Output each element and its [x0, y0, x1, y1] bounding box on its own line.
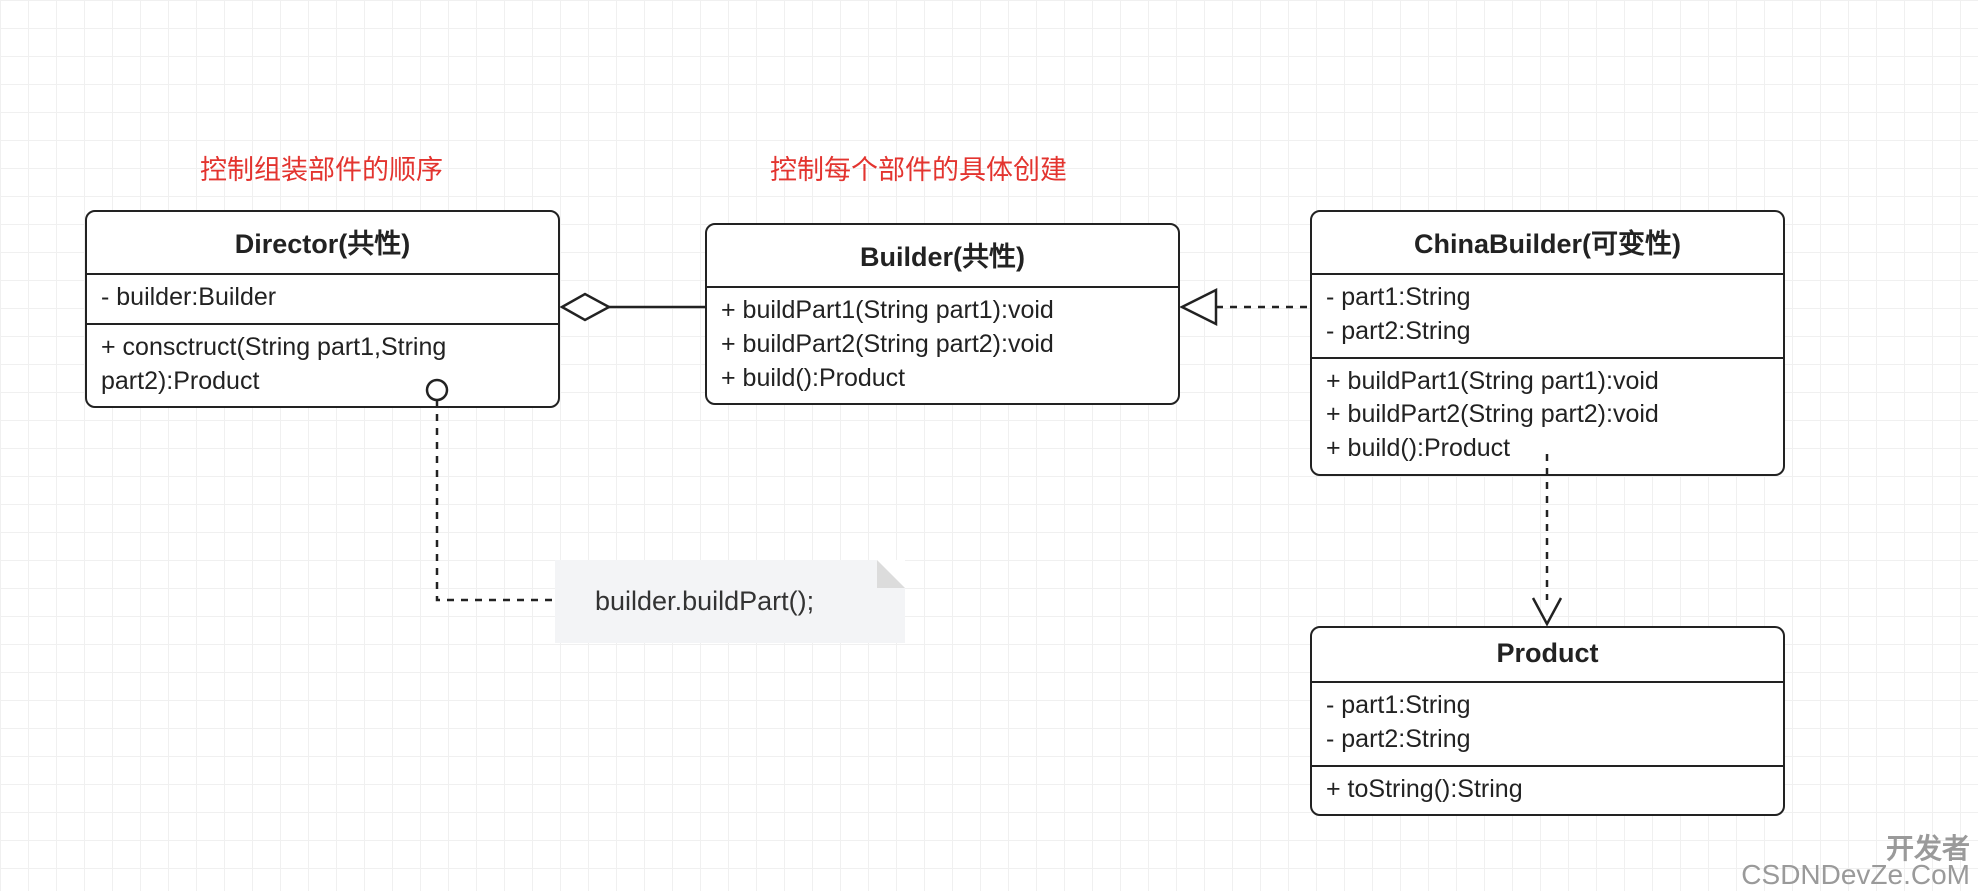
class-builder: Builder(共性) + buildPart1(String part1):v…: [705, 223, 1180, 405]
china-builder-attributes: - part1:String - part2:String: [1312, 275, 1783, 359]
china-builder-op1: + buildPart1(String part1):void: [1326, 365, 1769, 399]
director-attributes: - builder:Builder: [87, 275, 558, 325]
note-builder-call: builder.buildPart();: [555, 560, 905, 643]
product-operations: + toString():String: [1312, 767, 1783, 815]
director-title: Director(共性): [87, 212, 558, 275]
class-director: Director(共性) - builder:Builder + consctr…: [85, 210, 560, 408]
edge-director-builder-aggregation: [562, 294, 705, 320]
builder-operations: + buildPart1(String part1):void + buildP…: [707, 288, 1178, 403]
edge-chinabuilder-builder-realization: [1182, 290, 1310, 324]
product-attr2: - part2:String: [1326, 723, 1769, 757]
builder-op3: + build():Product: [721, 362, 1164, 396]
builder-title: Builder(共性): [707, 225, 1178, 288]
product-attributes: - part1:String - part2:String: [1312, 683, 1783, 767]
annotation-director: 控制组装部件的顺序: [200, 148, 443, 187]
builder-op1: + buildPart1(String part1):void: [721, 294, 1164, 328]
edge-director-note-link: [427, 380, 555, 600]
china-builder-attr1: - part1:String: [1326, 281, 1769, 315]
china-builder-op2: + buildPart2(String part2):void: [1326, 398, 1769, 432]
product-attr1: - part1:String: [1326, 689, 1769, 723]
china-builder-title: ChinaBuilder(可变性): [1312, 212, 1783, 275]
annotation-builder: 控制每个部件的具体创建: [770, 148, 1067, 187]
edge-chinabuilder-product-dependency: [1533, 454, 1561, 624]
note-text: builder.buildPart();: [595, 586, 814, 616]
china-builder-op3: + build():Product: [1326, 432, 1769, 466]
class-china-builder: ChinaBuilder(可变性) - part1:String - part2…: [1310, 210, 1785, 476]
director-operations: + consctruct(String part1,String part2):…: [87, 325, 558, 407]
builder-op2: + buildPart2(String part2):void: [721, 328, 1164, 362]
china-builder-operations: + buildPart1(String part1):void + buildP…: [1312, 359, 1783, 474]
class-product: Product - part1:String - part2:String + …: [1310, 626, 1785, 816]
watermark-line2: CSDNDevZe.CoM: [1741, 859, 1970, 891]
china-builder-attr2: - part2:String: [1326, 315, 1769, 349]
product-op1: + toString():String: [1326, 773, 1769, 807]
note-fold-icon: [877, 560, 905, 588]
product-title: Product: [1312, 628, 1783, 683]
